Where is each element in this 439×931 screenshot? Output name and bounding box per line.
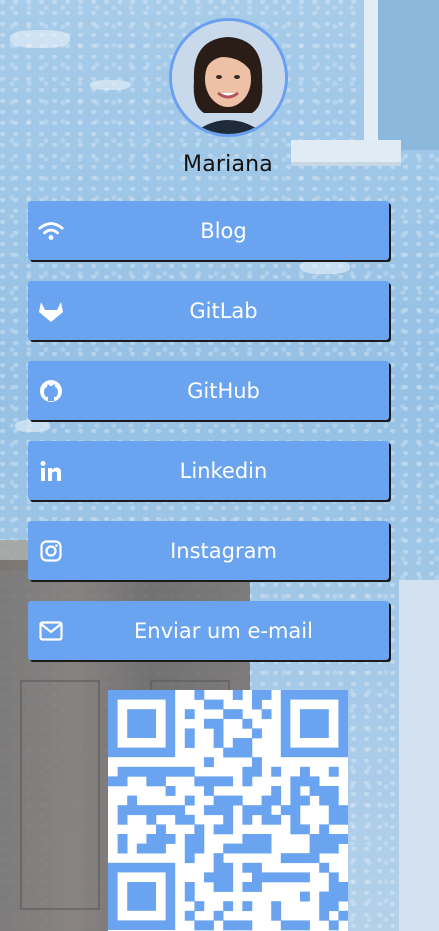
linkedin-link-label: Linkedin [179, 458, 268, 483]
qr-code [108, 690, 349, 931]
qr-code-graphic [108, 690, 349, 931]
avatar-photo [172, 21, 285, 134]
instagram-icon [38, 538, 64, 564]
blog-link-label: Blog [200, 218, 247, 243]
avatar [169, 18, 288, 137]
github-link-button[interactable]: GitHub [28, 361, 389, 420]
email-link-label: Enviar um e-mail [134, 618, 313, 643]
github-icon [38, 378, 64, 404]
gitlab-link-label: GitLab [189, 298, 258, 323]
profile-name: Mariana [183, 152, 273, 177]
link-page: Mariana Blog GitLab GitHub Linkedin Inst… [0, 0, 439, 931]
wifi-icon [38, 218, 64, 244]
blog-link-button[interactable]: Blog [28, 201, 389, 260]
gitlab-link-button[interactable]: GitLab [28, 281, 389, 340]
linkedin-link-button[interactable]: Linkedin [28, 441, 389, 500]
linkedin-icon [38, 458, 64, 484]
mail-icon [38, 618, 64, 644]
github-link-label: GitHub [187, 378, 260, 403]
email-link-button[interactable]: Enviar um e-mail [28, 601, 389, 660]
instagram-link-label: Instagram [170, 538, 277, 563]
instagram-link-button[interactable]: Instagram [28, 521, 389, 580]
gitlab-icon [38, 298, 64, 324]
